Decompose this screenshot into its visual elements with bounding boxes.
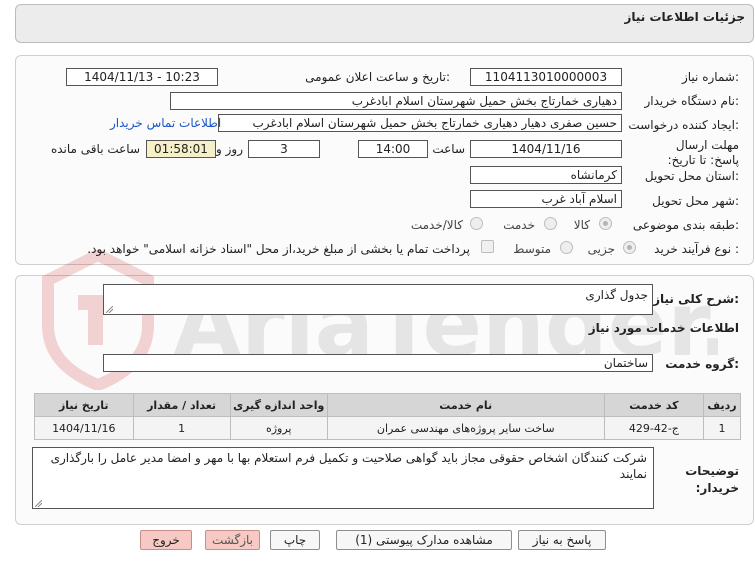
announce-date-field[interactable]: 1404/11/13 - 10:23 (66, 68, 218, 86)
province-field[interactable]: کرمانشاه (470, 166, 622, 184)
services-heading: اطلاعات خدمات مورد نیاز (588, 321, 739, 335)
category-radio-service[interactable] (544, 217, 557, 230)
category-radio-goods[interactable] (599, 217, 612, 230)
process-option-minor: جزیی (587, 242, 615, 256)
col-header-service-code: کد خدمت (603, 393, 705, 417)
city-label: شهر محل تحویل: (652, 194, 739, 208)
remaining-time-field: 01:58:01 (146, 140, 216, 158)
province-label: استان محل تحویل: (644, 169, 739, 183)
buyer-org-field[interactable]: دهیاری خمارتاج بخش حمیل شهرستان اسلام اب… (170, 92, 622, 110)
exit-button[interactable]: خروج (140, 530, 192, 550)
cell-need-date: 1404/11/16 (34, 416, 134, 440)
category-radio-goods-service[interactable] (470, 217, 483, 230)
col-header-need-date: تاریخ نیاز (34, 393, 134, 417)
announce-date-label: تاریخ و ساعت اعلان عمومی: (305, 70, 450, 84)
back-button[interactable]: بازگشت (205, 530, 260, 550)
deadline-time-label: ساعت (432, 142, 465, 156)
cell-row-number: 1 (703, 416, 741, 440)
process-option-medium: متوسط (513, 242, 551, 256)
city-field[interactable]: اسلام آباد غرب (470, 190, 622, 208)
col-header-row: ردیف (703, 393, 741, 417)
service-group-field[interactable]: ساختمان (103, 354, 653, 372)
table-row[interactable]: 1404/11/16 1 پروژه ساخت سایر پروژه‌های م… (34, 416, 741, 440)
treasury-payment-checkbox[interactable] (481, 240, 494, 253)
category-option-goods-service: کالا/خدمت (410, 218, 463, 232)
page-title: جزئیات اطلاعات نیاز (624, 10, 745, 24)
service-group-label: گروه خدمت: (665, 357, 739, 371)
category-label: طبقه بندی موضوعی: (632, 218, 739, 232)
buyer-org-label: نام دستگاه خریدار: (644, 94, 740, 108)
deadline-date-field[interactable]: 1404/11/16 (470, 140, 622, 158)
need-number-field[interactable]: 1104113010000003 (470, 68, 622, 86)
resize-handle-icon[interactable] (106, 306, 113, 313)
cell-quantity: 1 (132, 416, 231, 440)
process-radio-medium[interactable] (560, 241, 573, 254)
cell-service-code: ج-42-429 (603, 416, 705, 440)
process-radio-minor[interactable] (623, 241, 636, 254)
deadline-time-field[interactable]: 14:00 (358, 140, 428, 158)
treasury-payment-note: پرداخت تمام یا بخشی از مبلغ خرید،از محل … (87, 242, 470, 256)
col-header-unit: واحد اندازه گیری (229, 393, 328, 417)
buyer-notes-label: توضیحات خریدار: (685, 464, 739, 495)
category-option-goods: کالا (573, 218, 590, 232)
remaining-days-field[interactable]: 3 (248, 140, 320, 158)
cell-service-name: ساخت سایر پروژه‌های مهندسی عمران (326, 416, 605, 440)
process-type-label: نوع فرآیند خرید : (654, 242, 739, 256)
table-header-row: تاریخ نیاز تعداد / مقدار واحد اندازه گیر… (34, 393, 741, 417)
buyer-notes-field[interactable]: شرکت کنندگان اشخاص حقوقی مجاز باید گواهی… (32, 447, 654, 509)
need-number-label: شماره نیاز: (681, 70, 739, 84)
buyer-contact-link[interactable]: اطلاعات تماس خریدار (110, 116, 221, 130)
services-table: تاریخ نیاز تعداد / مقدار واحد اندازه گیر… (34, 393, 741, 440)
print-button[interactable]: چاپ (270, 530, 320, 550)
reply-button[interactable]: پاسخ به نیاز (518, 530, 606, 550)
creator-label: ایجاد کننده درخواست: (628, 118, 739, 132)
col-header-service-name: نام خدمت (326, 393, 605, 417)
resize-handle-icon[interactable] (35, 500, 42, 507)
remaining-time-label: ساعت باقی مانده (50, 142, 140, 156)
view-attachments-button[interactable]: مشاهده مدارک پیوستی (1) (336, 530, 512, 550)
category-option-service: خدمت (503, 218, 535, 232)
creator-field[interactable]: حسین صفری دهیار دهیاری خمارتاج بخش حمیل … (218, 114, 622, 132)
col-header-quantity: تعداد / مقدار (132, 393, 231, 417)
cell-unit: پروژه (229, 416, 328, 440)
days-label: روز و (216, 142, 243, 156)
deadline-label: مهلت ارسال پاسخ: تا تاریخ: (667, 138, 739, 167)
summary-label: شرح کلی نیاز: (653, 292, 739, 306)
summary-field[interactable]: جدول گذاری (103, 284, 653, 315)
